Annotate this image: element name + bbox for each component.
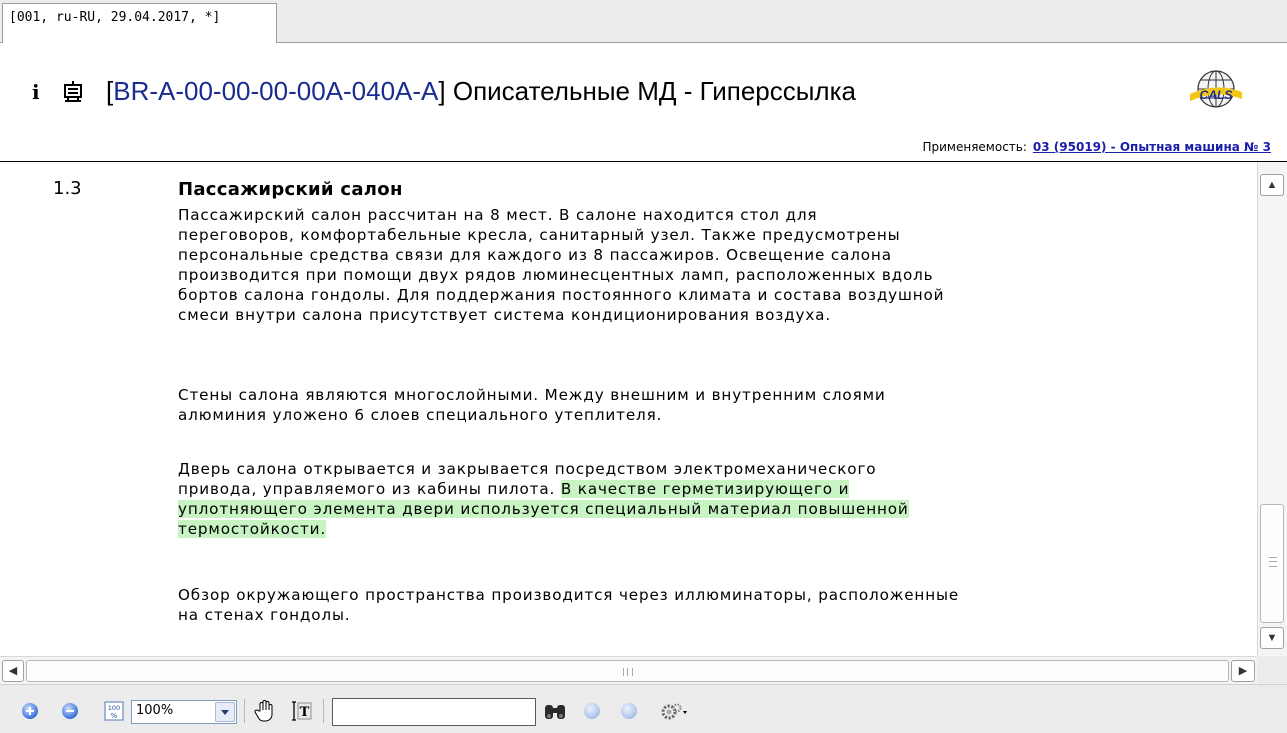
svg-text:CALS: CALS bbox=[1200, 88, 1233, 102]
page-title: [BR-A-00-00-00-00A-040A-A] Описательные … bbox=[106, 76, 857, 106]
horizontal-scrollbar[interactable]: ◀ ▶ bbox=[0, 656, 1257, 684]
document-content: 1.3 Пассажирский салон Пассажирский сало… bbox=[0, 162, 1257, 656]
paragraph-2: Стены салона являются многослойными. Меж… bbox=[178, 386, 886, 424]
zoom-out-icon[interactable] bbox=[62, 703, 78, 719]
highlighted-text: В качестве герметизирующего и bbox=[560, 480, 850, 498]
zoom-select[interactable]: 100% bbox=[131, 700, 237, 724]
paragraph-1: Пассажирский салон рассчитан на 8 мест. … bbox=[178, 206, 945, 324]
section-title: Пассажирский салон bbox=[178, 179, 403, 200]
applicability-link[interactable]: 03 (95019) - Опытная машина № 3 bbox=[1033, 140, 1271, 154]
data-module-code: BR-A-00-00-00-00A-040A-A bbox=[113, 76, 439, 106]
zoom-value: 100% bbox=[136, 703, 174, 718]
scroll-up-button[interactable]: ▲ bbox=[1260, 174, 1284, 196]
scroll-left-button[interactable]: ◀ bbox=[2, 660, 24, 682]
prev-result-icon[interactable] bbox=[584, 703, 600, 719]
scroll-down-button[interactable]: ▼ bbox=[1260, 627, 1284, 649]
text-select-icon[interactable]: T bbox=[290, 700, 312, 722]
zoom-in-icon[interactable] bbox=[22, 703, 38, 719]
binoculars-icon[interactable] bbox=[543, 702, 567, 722]
scrollbar-corner bbox=[1257, 656, 1287, 684]
highlighted-text: уплотняющего элемента двери используется… bbox=[178, 500, 909, 518]
horizontal-scroll-thumb[interactable] bbox=[26, 660, 1229, 682]
paragraph-4: Обзор окружающего пространства производи… bbox=[178, 586, 960, 624]
search-input[interactable] bbox=[332, 698, 536, 726]
chevron-down-icon[interactable] bbox=[215, 702, 235, 722]
svg-text:%: % bbox=[111, 712, 118, 720]
document-tab[interactable]: [001, ru-RU, 29.04.2017, *] bbox=[2, 3, 277, 43]
vertical-scrollbar[interactable]: ▲ ▼ bbox=[1257, 162, 1287, 656]
paragraph-3: Дверь салона открывается и закрывается п… bbox=[178, 460, 909, 538]
info-icon[interactable]: i bbox=[32, 80, 46, 104]
document-tab-label: [001, ru-RU, 29.04.2017, *] bbox=[9, 10, 221, 25]
applicability: Применяемость: 03 (95019) - Опытная машин… bbox=[922, 138, 1271, 156]
fit-page-icon[interactable]: 100 % bbox=[104, 701, 124, 721]
next-result-icon[interactable] bbox=[621, 703, 637, 719]
hand-tool-icon[interactable] bbox=[254, 699, 276, 723]
tab-strip: [001, ru-RU, 29.04.2017, *] bbox=[0, 0, 1287, 43]
settings-icon[interactable] bbox=[660, 702, 690, 722]
applicability-label: Применяемость: bbox=[922, 140, 1027, 154]
highlighted-text: термостойкости. bbox=[178, 520, 327, 538]
svg-text:T: T bbox=[300, 705, 310, 720]
document-icon[interactable] bbox=[62, 80, 84, 104]
section-number: 1.3 bbox=[53, 178, 82, 199]
cals-logo: CALS bbox=[1190, 70, 1242, 108]
bottom-toolbar: 100 % 100% T bbox=[0, 684, 1287, 733]
svg-text:100: 100 bbox=[108, 704, 120, 712]
scroll-right-button[interactable]: ▶ bbox=[1231, 660, 1255, 682]
vertical-scroll-thumb[interactable] bbox=[1260, 504, 1284, 623]
